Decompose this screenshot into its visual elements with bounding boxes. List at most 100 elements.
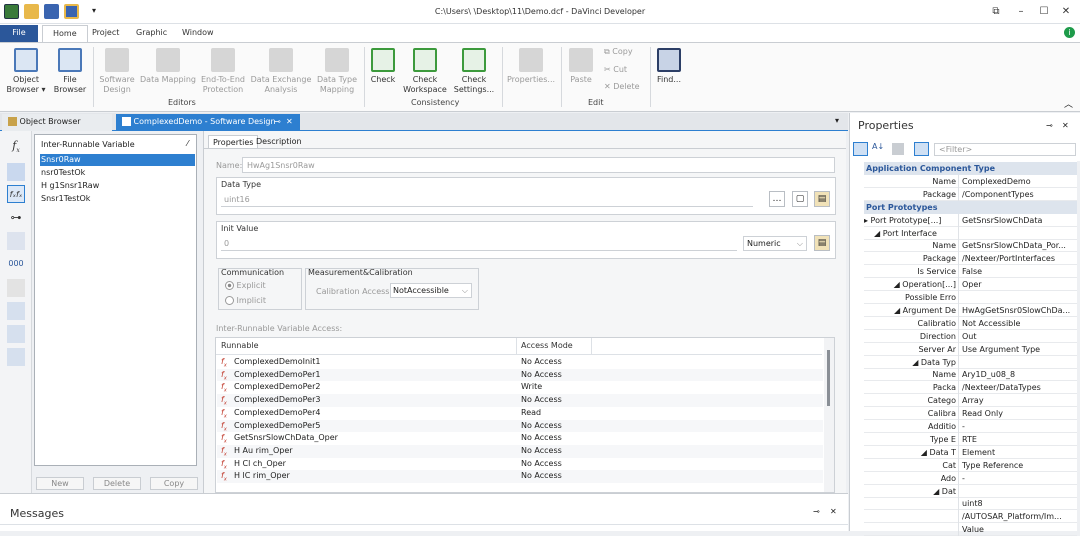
property-value[interactable]: GetSnsrSlowChData — [960, 214, 1075, 227]
access-mode[interactable]: No Access — [521, 394, 562, 407]
column-header-runnable[interactable]: Runnable — [221, 341, 259, 350]
property-value[interactable]: HwAgGetSnsr0SlowChDa... — [960, 304, 1075, 317]
parameter-icon[interactable]: 000 — [7, 255, 25, 273]
property-row[interactable]: Type E RTE — [864, 432, 1077, 446]
property-row[interactable]: Name GetSnsrSlowChData_Por... — [864, 239, 1077, 253]
tab-properties[interactable]: Properties — [208, 135, 259, 149]
find-button[interactable]: Find... — [652, 46, 686, 98]
port-icon[interactable]: ⊶ — [7, 209, 25, 227]
end-to-end-protection-button[interactable]: End-To-End Protection — [198, 46, 248, 98]
data-element-icon[interactable] — [7, 163, 25, 181]
filter-input[interactable]: <Filter> — [934, 143, 1076, 156]
minimize-icon[interactable]: – — [1013, 4, 1029, 20]
table-row[interactable]: fx H Au rim_Oper No Access — [217, 444, 823, 458]
property-row[interactable]: uint8 — [864, 497, 1077, 511]
maximize-icon[interactable]: ☐ — [1036, 4, 1052, 20]
implicit-radio[interactable]: Implicit — [225, 296, 266, 305]
data-type-field[interactable]: uint16 — [221, 193, 753, 207]
properties-button[interactable]: Properties... — [504, 46, 558, 98]
access-mode[interactable]: Read — [521, 407, 541, 420]
new-data-type-icon[interactable]: ▢ — [792, 191, 808, 207]
tab-window[interactable]: Window — [172, 25, 224, 42]
copy-variable-button[interactable]: Copy — [150, 477, 198, 490]
exclusive-area-icon[interactable] — [7, 232, 25, 250]
tab-graphic[interactable]: Graphic — [126, 25, 177, 42]
paste-button[interactable]: Paste — [564, 46, 598, 98]
property-row[interactable]: Package/ComponentTypes — [864, 187, 1077, 201]
table-row[interactable]: fx H lC rim_Oper No Access — [217, 470, 823, 483]
property-row[interactable]: Calibra Read Only — [864, 407, 1077, 421]
property-value[interactable]: /ComponentTypes — [960, 188, 1075, 201]
table-row[interactable]: fx ComplexedDemoInit1 No Access — [217, 356, 823, 369]
property-section[interactable]: Application Component Type — [864, 162, 1077, 175]
access-mode[interactable]: No Access — [521, 445, 562, 458]
property-value[interactable]: /Nexteer/DataTypes — [960, 381, 1075, 394]
table-row[interactable]: fx GetSnsrSlowChData_Oper No Access — [217, 432, 823, 445]
property-value[interactable]: /AUTOSAR_Platform/Im... — [960, 510, 1075, 523]
property-row[interactable]: Possible Erro — [864, 291, 1077, 304]
scrollbar-thumb[interactable] — [827, 350, 830, 406]
property-row[interactable]: ◢ Argument De HwAgGetSnsr0SlowChDa... — [864, 303, 1077, 317]
pin-icon[interactable]: ⊸ — [1046, 121, 1053, 130]
property-value[interactable]: Element — [960, 446, 1075, 459]
access-mode[interactable]: No Access — [521, 369, 562, 382]
property-row[interactable]: Value — [864, 523, 1077, 536]
close-icon[interactable]: ✕ — [1062, 121, 1069, 130]
categorized-view-icon[interactable] — [853, 142, 868, 156]
restore-icon[interactable]: ⧉ — [988, 4, 1004, 20]
data-type-mapping-button[interactable]: Data Type Mapping — [314, 46, 360, 98]
inter-runnable-variable-icon[interactable]: fₓfₓ — [7, 185, 25, 203]
list-item[interactable]: Snsr1TestOk — [40, 193, 195, 205]
delete-button[interactable]: ✕ Delete — [604, 82, 640, 91]
tab-file[interactable]: File — [0, 25, 38, 42]
property-row[interactable]: Calibratio Not Accessible — [864, 316, 1077, 330]
property-row[interactable]: Additio - — [864, 420, 1077, 433]
property-row[interactable]: ▸ Port Prototype[...] GetSnsrSlowChData — [864, 213, 1077, 227]
property-row[interactable]: Package/Nexteer/PortInterfaces — [864, 252, 1077, 266]
new-button[interactable]: New — [36, 477, 84, 490]
property-value[interactable]: Ary1D_u08_8 — [960, 368, 1075, 381]
column-header-access-mode[interactable]: Access Mode — [521, 341, 573, 350]
table-row[interactable]: fx H Cl ch_Oper No Access — [217, 458, 823, 471]
access-mode[interactable]: No Access — [521, 432, 562, 445]
calibration-icon[interactable] — [7, 302, 25, 320]
property-pages-icon[interactable] — [892, 143, 904, 155]
close-icon[interactable]: ✕ — [1058, 4, 1074, 20]
property-value[interactable]: ComplexedDemo — [960, 175, 1075, 188]
pin-icon[interactable]: ⊸ — [274, 117, 281, 126]
cut-button[interactable]: ✂ Cut — [604, 65, 627, 74]
alphabetical-sort-icon[interactable]: A↓ — [872, 142, 887, 156]
table-row[interactable]: fx ComplexedDemoPer1 No Access — [217, 368, 823, 382]
function-icon[interactable]: fx — [7, 137, 25, 155]
property-value[interactable]: - — [960, 472, 1075, 485]
table-row[interactable]: fx ComplexedDemoPer2 Write — [217, 381, 823, 394]
property-value[interactable]: Oper — [960, 278, 1075, 291]
tab-list-dropdown-icon[interactable]: ▾ — [835, 116, 839, 125]
property-row[interactable]: ◢ Data Typ — [864, 355, 1077, 369]
property-view-toggle-icon[interactable] — [914, 142, 929, 156]
delete-variable-button[interactable]: Delete — [93, 477, 141, 490]
property-value[interactable]: Type Reference — [960, 459, 1075, 472]
open-data-type-icon[interactable]: ▤ — [814, 191, 830, 207]
property-row[interactable]: Direction Out — [864, 329, 1077, 343]
property-section[interactable]: Port Prototypes — [864, 200, 1077, 214]
property-row[interactable]: Packa/Nexteer/DataTypes — [864, 381, 1077, 395]
data-exchange-analysis-button[interactable]: Data Exchange Analysis — [250, 46, 312, 98]
property-row[interactable]: ◢ Operation[...] Oper — [864, 278, 1077, 292]
edit-init-value-icon[interactable]: ▤ — [814, 235, 830, 251]
close-tab-icon[interactable]: ✕ — [286, 117, 293, 126]
property-value[interactable]: /Nexteer/PortInterfaces — [960, 252, 1075, 265]
property-value[interactable]: uint8 — [960, 497, 1075, 510]
property-value[interactable]: False — [960, 265, 1075, 278]
access-mode[interactable]: No Access — [521, 420, 562, 433]
init-value-field[interactable]: 0 — [221, 237, 737, 251]
sort-icon[interactable]: ⁄ — [187, 139, 188, 148]
tab-project[interactable]: Project — [82, 25, 129, 42]
file-browser-button[interactable]: File Browser — [50, 46, 90, 98]
software-design-button[interactable]: Software Design — [96, 46, 138, 98]
data-mapping-button[interactable]: Data Mapping — [140, 46, 196, 98]
close-icon[interactable]: ✕ — [830, 507, 837, 516]
property-value[interactable]: RTE — [960, 433, 1075, 446]
property-row[interactable]: ◢ Port Interface — [864, 226, 1077, 240]
copy-button[interactable]: ⧉ Copy — [604, 47, 633, 57]
